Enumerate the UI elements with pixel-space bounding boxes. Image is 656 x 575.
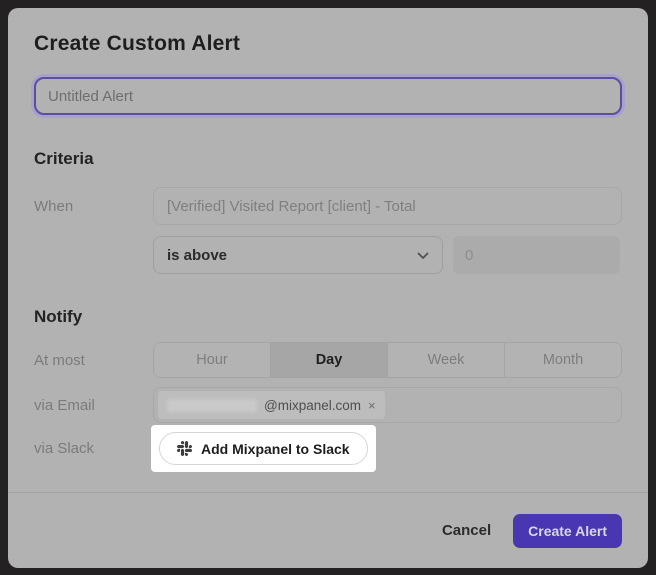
modal-body: Create Custom Alert Criteria When [Verif… — [8, 8, 648, 492]
at-most-label: At most — [34, 352, 153, 369]
slack-button-spotlight: Add Mixpanel to Slack — [151, 425, 376, 472]
email-recipients-field[interactable]: @mixpanel.com × — [153, 387, 622, 423]
notify-heading: Notify — [34, 307, 622, 327]
condition-select[interactable]: is above — [153, 236, 443, 274]
frequency-option-day[interactable]: Day — [271, 343, 388, 377]
condition-row: is above — [34, 236, 622, 274]
metric-input[interactable]: [Verified] Visited Report [client] - Tot… — [153, 187, 622, 225]
condition-select-value: is above — [167, 247, 227, 264]
email-redacted-name — [167, 399, 257, 412]
frequency-option-week[interactable]: Week — [388, 343, 505, 377]
when-row: When [Verified] Visited Report [client] … — [34, 187, 622, 225]
create-alert-button[interactable]: Create Alert — [513, 514, 622, 548]
email-domain: @mixpanel.com — [264, 398, 361, 413]
email-row: via Email @mixpanel.com × — [34, 387, 622, 423]
via-email-label: via Email — [34, 397, 153, 414]
frequency-segmented-control: Hour Day Week Month — [153, 342, 622, 378]
slack-icon — [177, 441, 192, 456]
create-custom-alert-modal: Create Custom Alert Criteria When [Verif… — [8, 8, 648, 568]
cancel-button[interactable]: Cancel — [442, 522, 491, 539]
frequency-row: At most Hour Day Week Month — [34, 342, 622, 378]
add-mixpanel-to-slack-button[interactable]: Add Mixpanel to Slack — [159, 432, 368, 465]
criteria-heading: Criteria — [34, 149, 622, 169]
via-slack-label: via Slack — [34, 440, 153, 457]
condition-group: is above — [153, 236, 622, 274]
when-label: When — [34, 198, 153, 215]
frequency-option-month[interactable]: Month — [505, 343, 621, 377]
slack-row: via Slack Add Mixpanel to Sl — [34, 425, 622, 472]
frequency-option-hour[interactable]: Hour — [154, 343, 271, 377]
modal-title: Create Custom Alert — [34, 32, 622, 56]
chevron-down-icon — [417, 247, 429, 264]
remove-email-icon[interactable]: × — [368, 399, 376, 412]
slack-button-label: Add Mixpanel to Slack — [201, 441, 350, 457]
metric-placeholder: [Verified] Visited Report [client] - Tot… — [167, 198, 416, 215]
modal-footer: Cancel Create Alert — [8, 492, 648, 568]
email-chip: @mixpanel.com × — [158, 391, 385, 419]
alert-name-input[interactable] — [34, 77, 622, 115]
threshold-input[interactable] — [453, 236, 620, 274]
